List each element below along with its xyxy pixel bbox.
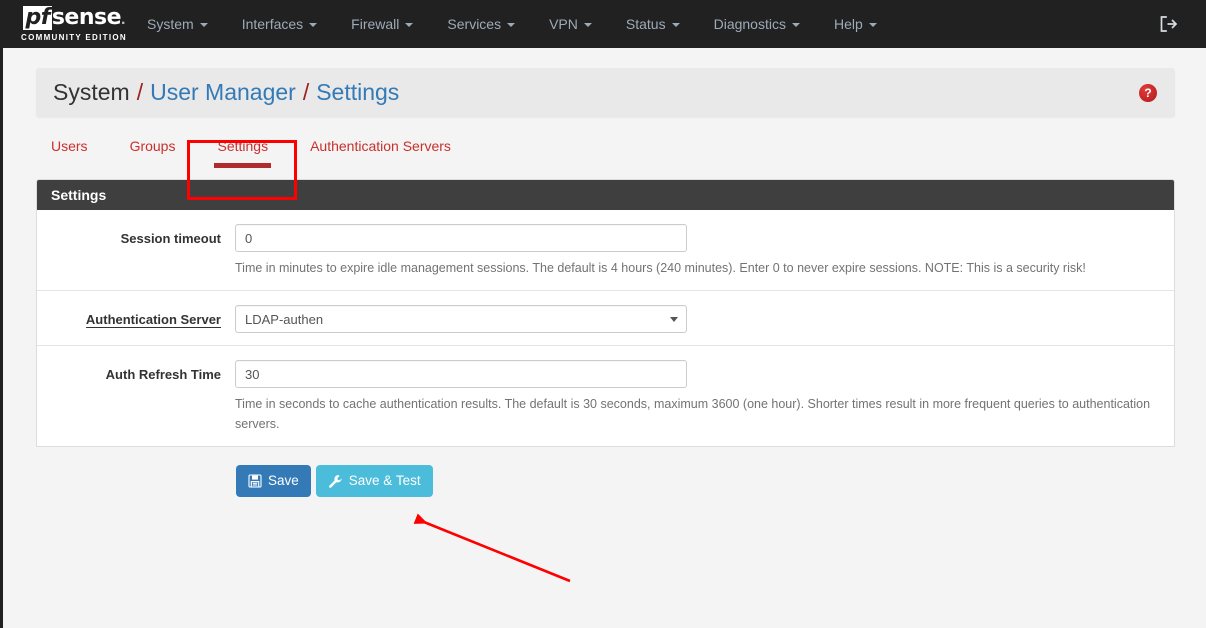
breadcrumb-system: System xyxy=(53,79,130,105)
panel-heading: Settings xyxy=(37,180,1174,210)
help-text-auth-refresh-time: Time in seconds to cache authentication … xyxy=(235,397,1151,431)
nav-label-diagnostics: Diagnostics xyxy=(713,16,786,32)
control-authentication-server: LDAP-authen xyxy=(235,305,1174,334)
form-row-auth-refresh-time: Auth Refresh Time Time in seconds to cac… xyxy=(37,346,1174,446)
label-auth-refresh-time: Auth Refresh Time xyxy=(37,360,235,382)
tab-settings[interactable]: Settings xyxy=(196,128,289,174)
chevron-down-icon xyxy=(868,23,877,27)
tab-users[interactable]: Users xyxy=(36,128,109,174)
nav-item-vpn[interactable]: VPN xyxy=(532,0,609,48)
nav-label-status: Status xyxy=(625,16,666,32)
breadcrumb-text: System / User Manager / Settings xyxy=(53,79,399,106)
chevron-down-icon xyxy=(583,23,592,27)
chevron-down-icon xyxy=(671,23,680,27)
brand-subtitle: COMMUNITY EDITION xyxy=(21,33,127,42)
nav-item-diagnostics[interactable]: Diagnostics xyxy=(697,0,817,48)
nav-label-vpn: VPN xyxy=(549,16,578,32)
button-row: Save Save & Test xyxy=(36,447,1175,498)
form-row-authentication-server: Authentication Server LDAP-authen xyxy=(37,291,1174,347)
nav-label-help: Help xyxy=(833,16,863,32)
nav-item-help[interactable]: Help xyxy=(817,0,894,48)
control-session-timeout: Time in minutes to expire idle managemen… xyxy=(235,224,1174,278)
chevron-down-icon xyxy=(791,23,800,27)
authentication-server-select[interactable]: LDAP-authen xyxy=(235,305,687,334)
top-navbar: pf sense. COMMUNITY EDITION System Interf… xyxy=(0,0,1206,48)
nav-item-interfaces[interactable]: Interfaces xyxy=(225,0,334,48)
navbar-right xyxy=(1158,14,1192,34)
label-authentication-server-text: Authentication Server xyxy=(85,312,221,329)
breadcrumb-user-manager[interactable]: User Manager xyxy=(150,79,296,106)
help-icon[interactable]: ? xyxy=(1139,83,1157,102)
form-row-session-timeout: Session timeout Time in minutes to expir… xyxy=(37,210,1174,292)
tab-label-authentication-servers: Authentication Servers xyxy=(310,138,451,154)
breadcrumb-separator: / xyxy=(302,79,310,105)
tab-active-underline xyxy=(214,163,272,168)
label-auth-refresh-time-text: Auth Refresh Time xyxy=(105,367,221,383)
nav-item-status[interactable]: Status xyxy=(609,0,697,48)
chevron-down-icon xyxy=(309,23,318,27)
authentication-server-selected-value: LDAP-authen xyxy=(245,311,324,327)
chevron-down-icon xyxy=(507,23,516,27)
nav-item-firewall[interactable]: Firewall xyxy=(334,0,430,48)
save-and-test-button[interactable]: Save & Test xyxy=(315,465,433,498)
breadcrumb: System / User Manager / Settings ? xyxy=(36,68,1175,117)
session-timeout-input[interactable] xyxy=(235,224,687,252)
control-auth-refresh-time: Time in seconds to cache authentication … xyxy=(235,360,1174,434)
tab-label-users: Users xyxy=(51,138,88,154)
save-button-label: Save xyxy=(268,473,299,489)
save-button[interactable]: Save xyxy=(236,465,311,498)
nav-item-services[interactable]: Services xyxy=(430,0,532,48)
label-session-timeout: Session timeout xyxy=(37,224,235,246)
settings-panel: Settings Session timeout Time in minutes… xyxy=(36,179,1175,448)
chevron-down-icon xyxy=(199,23,208,27)
annotation-arrow xyxy=(405,508,585,593)
breadcrumb-settings[interactable]: Settings xyxy=(316,79,399,106)
floppy-disk-icon xyxy=(248,474,262,488)
nav-label-services: Services xyxy=(447,16,502,32)
pfsense-logo[interactable]: pf sense. COMMUNITY EDITION xyxy=(0,0,130,48)
brand-logo-text: pf sense. xyxy=(22,5,126,30)
logout-icon[interactable] xyxy=(1158,14,1178,34)
tab-bar: Users Groups Settings Authentication Ser… xyxy=(36,117,1175,179)
help-text-session-timeout: Time in minutes to expire idle managemen… xyxy=(235,261,1086,275)
nav-label-system: System xyxy=(147,16,194,32)
page-left-edge xyxy=(0,48,3,628)
nav-menu: System Interfaces Firewall Services VPN … xyxy=(130,0,1158,48)
nav-label-interfaces: Interfaces xyxy=(241,16,304,32)
auth-refresh-time-input[interactable] xyxy=(235,360,687,389)
label-session-timeout-text: Session timeout xyxy=(120,231,221,246)
nav-label-firewall: Firewall xyxy=(351,16,400,32)
page-content: System / User Manager / Settings ? Users… xyxy=(0,68,1206,498)
brand-sense-text: sense xyxy=(51,5,122,30)
authentication-server-select-wrap: LDAP-authen xyxy=(235,305,687,334)
label-authentication-server: Authentication Server xyxy=(37,305,235,329)
brand-pf-text: pf xyxy=(22,6,52,30)
tab-groups[interactable]: Groups xyxy=(109,128,197,174)
nav-item-system[interactable]: System xyxy=(130,0,225,48)
tab-label-groups: Groups xyxy=(129,138,176,154)
chevron-down-icon xyxy=(405,23,414,27)
tab-label-settings: Settings xyxy=(217,138,269,154)
tab-authentication-servers[interactable]: Authentication Servers xyxy=(289,128,472,174)
wrench-icon xyxy=(328,474,343,489)
save-and-test-button-label: Save & Test xyxy=(348,473,421,489)
breadcrumb-separator: / xyxy=(136,79,144,105)
brand-dot: . xyxy=(121,11,126,28)
